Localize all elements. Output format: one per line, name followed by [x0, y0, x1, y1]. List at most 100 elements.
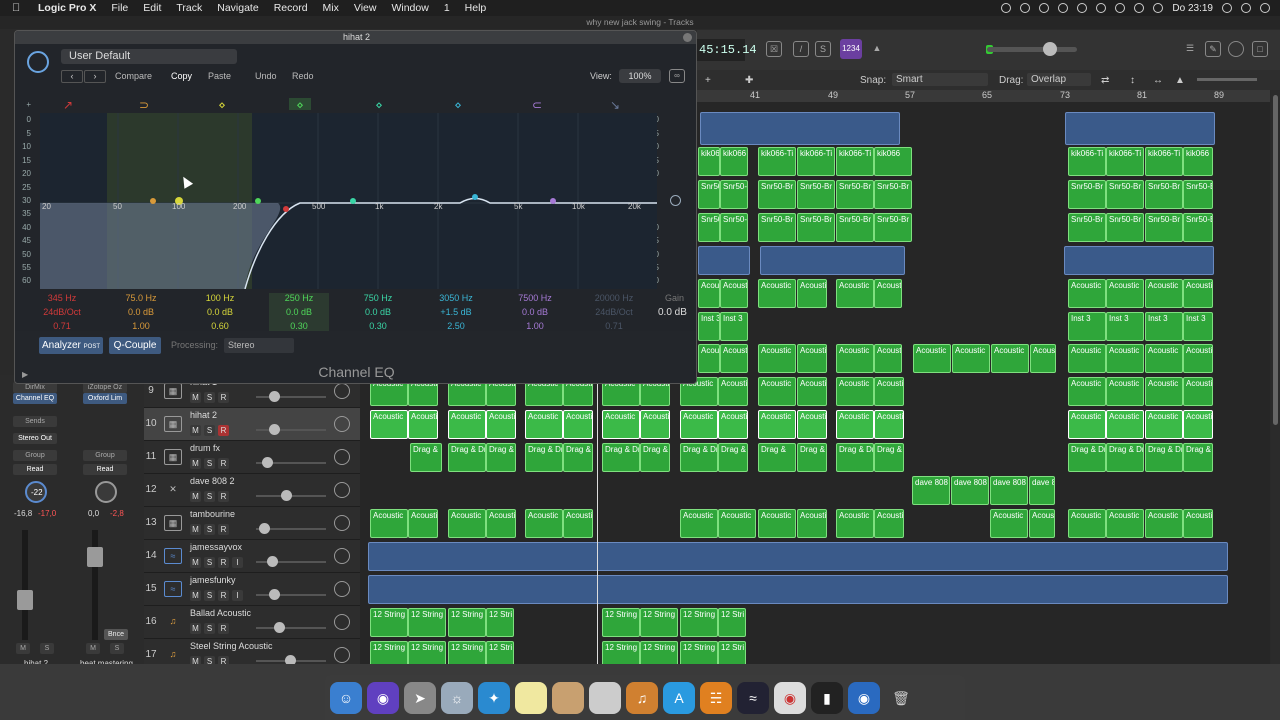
battery-icon[interactable] [1134, 3, 1145, 13]
region[interactable]: 12 String [408, 641, 446, 664]
region[interactable]: Snr50-Br [720, 180, 748, 209]
master-volume-slider[interactable] [987, 47, 1077, 52]
input-monitor-button[interactable]: I [232, 590, 243, 601]
piano-icon[interactable]: ▮ [811, 681, 843, 714]
region[interactable]: 12 String [448, 608, 486, 637]
region[interactable]: Inst 3 [1106, 312, 1144, 341]
region[interactable]: kik066 [874, 147, 912, 176]
eq-graph[interactable] [40, 113, 657, 290]
region[interactable]: Acoustic [1106, 344, 1144, 373]
highshelf-band-icon[interactable]: ⊂ [526, 98, 548, 112]
record-button[interactable]: R [218, 491, 229, 502]
processing-select[interactable]: Stereo [224, 338, 294, 353]
solo-icon[interactable]: S [815, 41, 831, 57]
chrome-icon[interactable]: ◉ [774, 681, 806, 714]
solo-button[interactable]: S [204, 623, 215, 634]
ruler[interactable]: 41 49 57 65 73 81 89 [697, 90, 1270, 102]
activity-monitor-icon[interactable]: ≈ [737, 681, 769, 714]
region[interactable]: Acoustic [1183, 344, 1213, 373]
region[interactable]: Acoustic [836, 509, 874, 538]
mute-button[interactable]: M [190, 590, 201, 601]
plugin-slot-2[interactable]: Channel EQ [13, 393, 57, 404]
pan-knob[interactable] [334, 581, 350, 597]
region[interactable]: Acoustic [836, 344, 874, 373]
solo-button[interactable]: S [204, 392, 215, 403]
region[interactable]: Acoustic [836, 279, 874, 308]
group-slot[interactable]: Group [83, 450, 127, 461]
track-name[interactable]: tambourine [190, 509, 235, 519]
menu-app[interactable]: Logic Pro X [38, 2, 96, 14]
logic-pro-icon[interactable]: ◉ [848, 681, 880, 714]
vertical-scrollbar[interactable] [1271, 90, 1280, 664]
region[interactable]: Acoustic [448, 509, 486, 538]
cycle-icon[interactable]: ☒ [766, 41, 782, 57]
region[interactable]: Acoustic [720, 279, 748, 308]
track-name[interactable]: jamesfunky [190, 575, 236, 585]
track-name[interactable]: Steel String Acoustic [190, 641, 273, 651]
region[interactable]: Acoustic [640, 410, 670, 439]
region[interactable]: Acoustic [408, 410, 438, 439]
preset-menu[interactable]: User Default [61, 49, 237, 64]
region[interactable]: Acoustic [1145, 344, 1183, 373]
solo-button[interactable]: S [204, 590, 215, 601]
region[interactable]: Acoustic [797, 509, 827, 538]
track-header[interactable]: 15 ≈ jamesfunky MSRI [144, 573, 360, 606]
bluetooth-icon[interactable] [1096, 3, 1107, 13]
region[interactable]: Acoustic [718, 410, 748, 439]
volume-knob[interactable] [262, 457, 273, 468]
region[interactable]: Drag & Dr [836, 443, 874, 472]
region[interactable]: 12 String [680, 608, 718, 637]
app-store-icon[interactable]: A [663, 681, 695, 714]
record-button[interactable]: R [218, 458, 229, 469]
flag-icon[interactable] [1153, 3, 1164, 13]
region[interactable]: Acoustic [758, 509, 796, 538]
paste-button[interactable]: Paste [208, 71, 231, 81]
menu-record[interactable]: Record [274, 2, 308, 14]
mute-button[interactable]: M [190, 557, 201, 568]
region[interactable]: 12 Stri [486, 641, 514, 664]
region[interactable]: 12 String [408, 608, 446, 637]
region[interactable]: Acoustic [1106, 377, 1144, 406]
menu-help[interactable]: Help [465, 2, 487, 14]
mute-button[interactable]: M [16, 643, 30, 654]
volume-knob[interactable] [269, 424, 280, 435]
menu-view[interactable]: View [354, 2, 377, 14]
region[interactable]: Acoustic [1068, 377, 1106, 406]
region[interactable]: Inst 3 [1183, 312, 1213, 341]
finder-icon[interactable]: ☺ [330, 681, 362, 714]
track-name[interactable]: hihat 2 [190, 410, 217, 420]
region[interactable]: kik066-Ti [698, 147, 720, 176]
region[interactable]: Acoustic [1068, 509, 1106, 538]
region[interactable]: Acoustic [680, 410, 718, 439]
band-freq[interactable]: 100 Hz [190, 293, 250, 307]
region[interactable]: Snr50-Br [797, 213, 835, 242]
output-gain-handle[interactable] [670, 195, 681, 206]
band-handle[interactable] [283, 206, 289, 212]
region[interactable]: Acoustic [1068, 279, 1106, 308]
menu-track[interactable]: Track [176, 2, 202, 14]
plugin-slot-4[interactable]: Oxford Lim [83, 393, 127, 404]
region[interactable]: 12 Stri [718, 608, 746, 637]
region[interactable]: Drag & Dr [680, 443, 718, 472]
region[interactable]: Acoustic [758, 377, 796, 406]
waveform-zoom-icon[interactable]: ⇄ [1101, 75, 1109, 86]
solo-button[interactable]: S [204, 524, 215, 535]
band-params-8[interactable]: 20000 Hz 24dB/Oct 0.71 [584, 293, 644, 335]
record-button[interactable]: R [218, 392, 229, 403]
pan-knob[interactable] [334, 416, 350, 432]
automation-read[interactable]: Read [83, 464, 127, 475]
volume-knob[interactable] [269, 589, 280, 600]
region[interactable]: Acoustic [1068, 344, 1106, 373]
region[interactable]: 12 String [640, 608, 678, 637]
region[interactable]: Snr50-Br [836, 180, 874, 209]
band-freq[interactable]: 75.0 Hz [111, 293, 171, 307]
solo-button[interactable]: S [204, 491, 215, 502]
pan-knob[interactable] [334, 449, 350, 465]
region[interactable]: Acoustic [874, 410, 904, 439]
menu-window[interactable]: Window [391, 2, 428, 14]
region[interactable]: Acoustic [563, 410, 593, 439]
tuner-icon[interactable]: / [793, 41, 809, 57]
power-icon[interactable] [27, 51, 49, 73]
volume-slider[interactable] [256, 627, 326, 629]
plus-icon[interactable]: + [705, 75, 711, 86]
